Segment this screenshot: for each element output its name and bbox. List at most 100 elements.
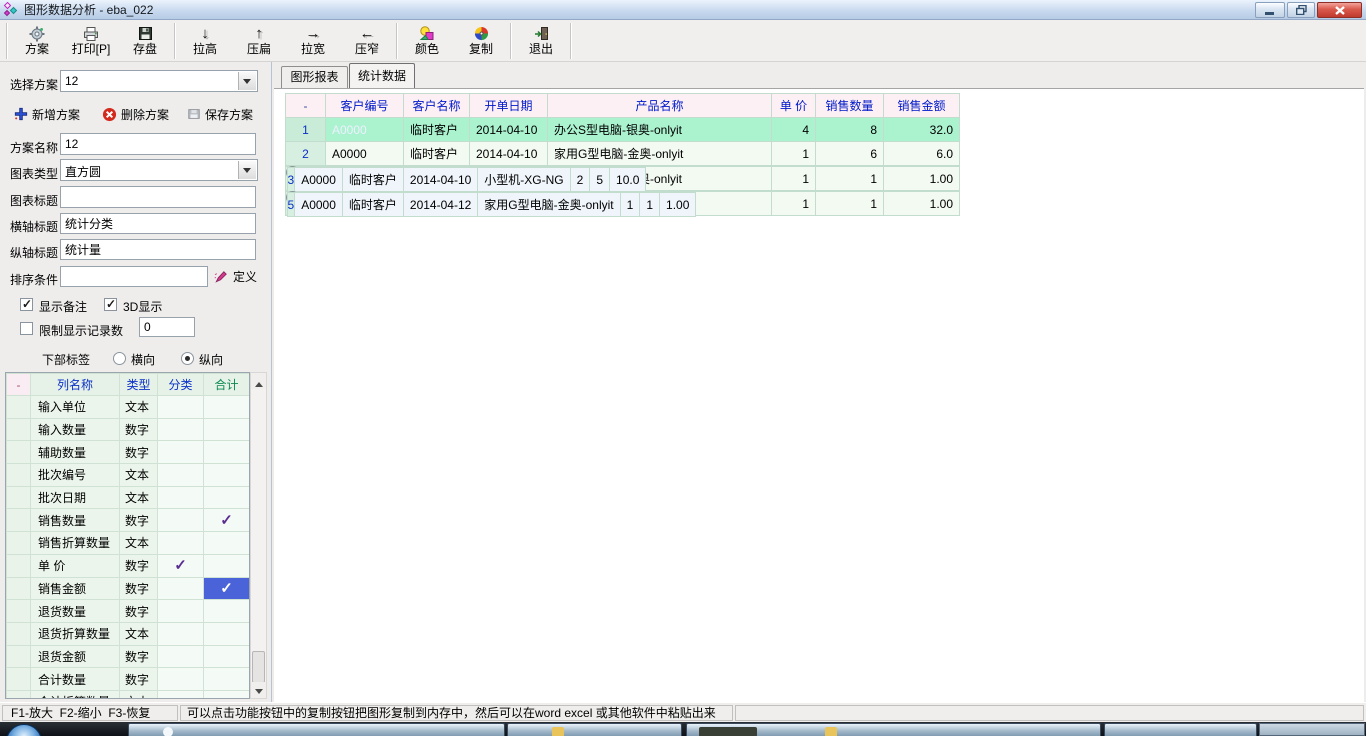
unit-price-cell[interactable]: 1 [771, 166, 816, 191]
row-indicator-cell[interactable] [6, 621, 31, 646]
sum-flag-cell[interactable] [203, 485, 249, 510]
sum-flag-cell[interactable]: ✓ [203, 508, 249, 533]
product-name-cell[interactable]: 家用G型电脑-金奥-onlyit [547, 141, 772, 166]
taskbar-button[interactable] [1104, 723, 1257, 736]
chevron-down-icon[interactable] [238, 72, 256, 90]
order-date-cell[interactable]: 2014-04-10 [469, 141, 548, 166]
narrow-button[interactable]: ← 压窄 [340, 22, 394, 60]
column-name-cell[interactable]: 销售折算数量 [30, 531, 120, 555]
print-button[interactable]: 打印[P] [64, 22, 118, 60]
sum-flag-cell[interactable] [203, 599, 249, 623]
sales-qty-cell[interactable]: 1 [639, 192, 661, 217]
sum-flag-cell[interactable] [203, 689, 249, 698]
start-button[interactable] [6, 724, 42, 736]
category-flag-cell[interactable] [157, 508, 204, 533]
category-flag-cell[interactable] [157, 689, 204, 698]
define-button[interactable]: 定义 [214, 268, 257, 284]
row-indicator-cell[interactable] [6, 599, 31, 623]
three-d-label[interactable]: 3D显示 [123, 298, 162, 315]
row-indicator-cell[interactable] [6, 576, 31, 601]
row-indicator-cell[interactable] [6, 417, 31, 442]
chevron-down-icon[interactable] [238, 161, 256, 179]
column-name-cell[interactable]: 辅助数量 [30, 440, 120, 465]
unit-price-cell[interactable]: 1 [619, 192, 641, 217]
chart-title-input[interactable] [60, 186, 256, 208]
sum-flag-cell[interactable]: ✓ [203, 576, 249, 601]
column-type-cell[interactable]: 数字 [119, 667, 158, 691]
plan-button[interactable]: 方案 [10, 22, 64, 60]
column-type-cell[interactable]: 文本 [119, 485, 158, 510]
order-date-cell[interactable]: 2014-04-10 [469, 117, 548, 142]
unit-price-cell[interactable]: 1 [771, 141, 816, 166]
add-plan-button[interactable]: 新增方案 [14, 106, 80, 122]
vertical-radio[interactable] [181, 352, 194, 365]
customer-name-cell[interactable]: 临时客户 [403, 141, 470, 166]
column-name-cell[interactable]: 批次编号 [30, 463, 120, 487]
tab-statistics-data[interactable]: 统计数据 [349, 63, 415, 88]
sales-amount-cell[interactable]: 1.00 [883, 191, 960, 216]
unit-price-cell[interactable]: 2 [569, 167, 591, 192]
sales-qty-cell[interactable]: 5 [589, 167, 611, 192]
limit-records-label[interactable]: 限制显示记录数 [39, 322, 123, 339]
order-date-cell[interactable]: 2014-04-12 [402, 192, 479, 217]
column-name-cell[interactable]: 退货数量 [30, 599, 120, 623]
category-flag-cell[interactable] [157, 599, 204, 623]
customer-id-cell[interactable]: A0000 [325, 141, 404, 166]
product-name-cell[interactable]: 办公S型电脑-银奥-onlyit [547, 117, 772, 142]
category-flag-cell[interactable] [157, 644, 204, 669]
close-button[interactable] [1317, 2, 1362, 18]
column-type-cell[interactable]: 数字 [119, 644, 158, 669]
column-type-cell[interactable]: 数字 [119, 508, 158, 533]
category-flag-cell[interactable]: ✓ [157, 553, 204, 578]
sum-flag-cell[interactable] [203, 667, 249, 691]
column-type-cell[interactable]: 文本 [119, 395, 158, 419]
sum-flag-cell[interactable] [203, 531, 249, 555]
row-indicator-cell[interactable] [6, 689, 31, 698]
category-flag-cell[interactable] [157, 440, 204, 465]
sales-amount-cell[interactable]: 6.0 [883, 141, 960, 166]
sales-amount-cell[interactable]: 1.00 [659, 192, 697, 217]
scroll-up-icon[interactable] [251, 373, 266, 389]
sales-qty-cell[interactable]: 6 [815, 141, 884, 166]
category-flag-cell[interactable] [157, 576, 204, 601]
system-tray[interactable] [1259, 723, 1365, 736]
sales-qty-cell[interactable]: 1 [815, 166, 884, 191]
limit-records-input[interactable] [139, 317, 195, 337]
sum-flag-cell[interactable] [203, 463, 249, 487]
sales-amount-cell[interactable]: 32.0 [883, 117, 960, 142]
select-plan-combobox[interactable]: 12 [60, 70, 258, 92]
sales-qty-cell[interactable]: 8 [815, 117, 884, 142]
column-type-cell[interactable]: 数字 [119, 440, 158, 465]
customer-id-cell[interactable]: A0000 [325, 117, 404, 142]
vertical-radio-label[interactable]: 纵向 [199, 351, 223, 368]
customer-id-cell[interactable]: A0000 [294, 192, 343, 217]
column-name-cell[interactable]: 退货金额 [30, 644, 120, 669]
sales-amount-cell[interactable]: 1.00 [883, 166, 960, 191]
row-number-cell[interactable]: 3 [286, 167, 296, 192]
row-indicator-cell[interactable] [6, 531, 31, 555]
row-indicator-cell[interactable] [6, 508, 31, 533]
category-flag-cell[interactable] [157, 463, 204, 487]
product-name-cell[interactable]: 家用G型电脑-金奥-onlyit [477, 192, 621, 217]
row-indicator-cell[interactable] [6, 644, 31, 669]
scroll-down-icon[interactable] [251, 682, 266, 698]
column-type-cell[interactable]: 数字 [119, 576, 158, 601]
tab-graph-report[interactable]: 图形报表 [281, 66, 348, 88]
exit-button[interactable]: 退出 [514, 22, 568, 60]
unit-price-cell[interactable]: 1 [771, 191, 816, 216]
row-indicator-cell[interactable] [6, 395, 31, 419]
limit-records-checkbox[interactable] [20, 322, 33, 335]
sum-flag-cell[interactable] [203, 621, 249, 646]
horizontal-radio[interactable] [113, 352, 126, 365]
column-name-cell[interactable]: 批次日期 [30, 485, 120, 510]
column-type-cell[interactable]: 文本 [119, 621, 158, 646]
three-d-checkbox[interactable] [104, 297, 117, 311]
row-number-cell[interactable]: 2 [285, 141, 326, 166]
taskbar-button[interactable] [686, 723, 1101, 736]
horizontal-radio-label[interactable]: 横向 [131, 351, 155, 368]
y-axis-title-input[interactable] [60, 239, 256, 260]
product-name-cell[interactable]: 小型机-XG-NG [477, 167, 571, 192]
sum-flag-cell[interactable] [203, 553, 249, 578]
order-date-cell[interactable]: 2014-04-10 [402, 167, 479, 192]
unit-price-cell[interactable]: 4 [771, 117, 816, 142]
